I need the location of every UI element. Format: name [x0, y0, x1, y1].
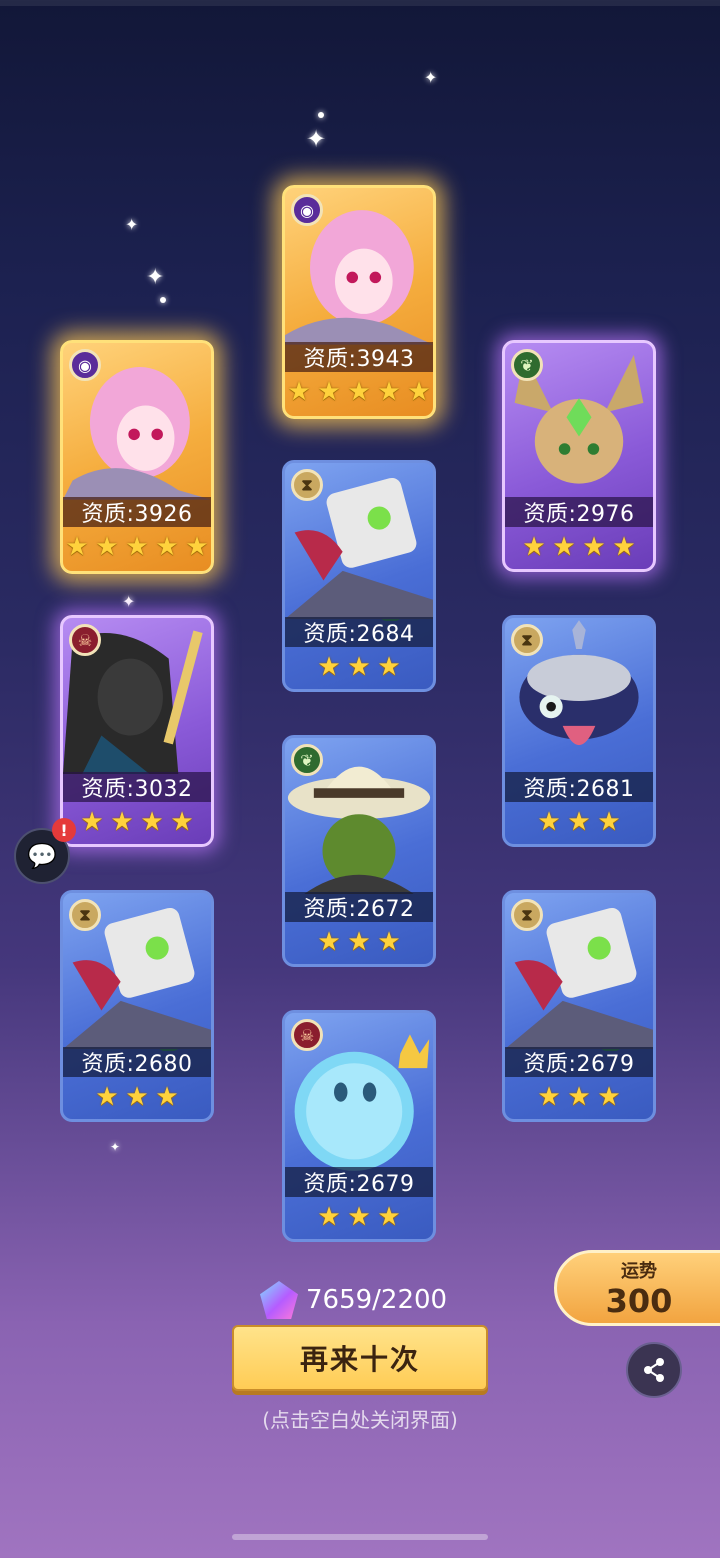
- eye-element-icon: ◉: [291, 194, 323, 226]
- star-icon: ★: [377, 652, 401, 682]
- star-icon: ★: [287, 377, 311, 407]
- star-icon: ★: [407, 377, 431, 407]
- sparkle-icon: ✦: [110, 1140, 121, 1154]
- star-icon: ★: [347, 377, 371, 407]
- share-icon: [644, 1358, 664, 1382]
- star-icon: ★: [347, 1202, 371, 1232]
- star-icon: ★: [567, 1082, 591, 1112]
- fortune-value: 300: [605, 1282, 673, 1320]
- star-icon: ★: [155, 1082, 179, 1112]
- star-icon: ★: [317, 927, 341, 957]
- sparkle-icon: ✦: [122, 592, 136, 611]
- hero-card[interactable]: ◉ 资质:3943 ★ ★ ★ ★ ★: [282, 185, 436, 419]
- skull-element-icon: ☠: [69, 624, 101, 656]
- star-icon: ★: [567, 807, 591, 837]
- hero-card[interactable]: ☠ 资质:3032 ★ ★ ★ ★: [60, 615, 214, 847]
- star-icon: ★: [582, 532, 606, 562]
- star-icon: ★: [597, 1082, 621, 1112]
- star-rating: ★ ★ ★ ★ ★: [63, 533, 211, 565]
- currency-value: 7659/2200: [306, 1285, 448, 1315]
- star-icon: ★: [522, 532, 546, 562]
- quality-label: 资质:2684: [285, 617, 433, 647]
- star-icon: ★: [317, 1202, 341, 1232]
- star-icon: ★: [140, 807, 164, 837]
- leaf-element-icon: ❦: [291, 744, 323, 776]
- star-icon: ★: [347, 927, 371, 957]
- top-divider: [0, 0, 720, 6]
- sparkle-icon: ✦: [125, 215, 139, 234]
- quality-label: 资质:2679: [505, 1047, 653, 1077]
- star-icon: ★: [110, 807, 134, 837]
- sparkle-dot: [318, 112, 324, 118]
- hourglass-element-icon: ⧗: [291, 469, 323, 501]
- star-icon: ★: [377, 927, 401, 957]
- star-rating: ★ ★ ★: [285, 1203, 433, 1235]
- quality-label: 资质:2672: [285, 892, 433, 922]
- fortune-panel[interactable]: 运势 300: [554, 1250, 720, 1326]
- star-icon: ★: [612, 532, 636, 562]
- summon-ten-again-button[interactable]: 再来十次: [232, 1325, 488, 1391]
- hero-card[interactable]: ❦ 资质:2976 ★ ★ ★ ★: [502, 340, 656, 572]
- home-indicator: [232, 1534, 488, 1540]
- quality-label: 资质:2680: [63, 1047, 211, 1077]
- hero-card[interactable]: ◉ 资质:3926 ★ ★ ★ ★ ★: [60, 340, 214, 574]
- hero-card[interactable]: ⧗ 资质:2680 ★ ★ ★: [60, 890, 214, 1122]
- star-icon: ★: [170, 807, 194, 837]
- hero-card[interactable]: ⧗ 资质:2679 ★ ★ ★: [502, 890, 656, 1122]
- star-icon: ★: [347, 652, 371, 682]
- star-icon: ★: [377, 1202, 401, 1232]
- hero-card[interactable]: ⧗ 资质:2684 ★ ★ ★: [282, 460, 436, 692]
- star-icon: ★: [185, 532, 209, 562]
- star-icon: ★: [125, 1082, 149, 1112]
- quality-label: 资质:2681: [505, 772, 653, 802]
- star-icon: ★: [317, 377, 341, 407]
- star-icon: ★: [155, 532, 179, 562]
- hero-card[interactable]: ❦ 资质:2672 ★ ★ ★: [282, 735, 436, 967]
- chat-icon: 💬: [27, 842, 57, 870]
- star-crystal-icon: [260, 1281, 298, 1319]
- star-icon: ★: [125, 532, 149, 562]
- star-icon: ★: [317, 652, 341, 682]
- star-icon: ★: [65, 532, 89, 562]
- hourglass-element-icon: ⧗: [511, 899, 543, 931]
- hourglass-element-icon: ⧗: [69, 899, 101, 931]
- eye-element-icon: ◉: [69, 349, 101, 381]
- quality-label: 资质:2976: [505, 497, 653, 527]
- star-icon: ★: [597, 807, 621, 837]
- star-icon: ★: [377, 377, 401, 407]
- quality-label: 资质:3926: [63, 497, 211, 527]
- close-hint: (点击空白处关闭界面): [262, 1408, 458, 1432]
- sparkle-dot: [160, 297, 166, 303]
- sparkle-icon: ✦: [424, 68, 438, 87]
- quality-label: 资质:3943: [285, 342, 433, 372]
- star-icon: ★: [537, 807, 561, 837]
- star-rating: ★ ★ ★ ★ ★: [285, 378, 433, 410]
- share-button[interactable]: [626, 1342, 682, 1398]
- star-rating: ★ ★ ★: [505, 808, 653, 840]
- hourglass-element-icon: ⧗: [511, 624, 543, 656]
- star-rating: ★ ★ ★: [63, 1083, 211, 1115]
- sparkle-icon: ✦: [146, 265, 165, 290]
- star-icon: ★: [552, 532, 576, 562]
- notification-badge: !: [52, 818, 76, 842]
- leaf-element-icon: ❦: [511, 349, 543, 381]
- star-rating: ★ ★ ★ ★: [505, 533, 653, 565]
- hero-card[interactable]: ☠ 资质:2679 ★ ★ ★: [282, 1010, 436, 1242]
- quality-label: 资质:3032: [63, 772, 211, 802]
- star-rating: ★ ★ ★: [285, 653, 433, 685]
- summon-currency: 7659/2200: [260, 1280, 447, 1320]
- fortune-label: 运势: [621, 1261, 657, 1282]
- hero-card[interactable]: ⧗ 资质:2681 ★ ★ ★: [502, 615, 656, 847]
- star-icon: ★: [95, 1082, 119, 1112]
- star-icon: ★: [80, 807, 104, 837]
- star-rating: ★ ★ ★: [505, 1083, 653, 1115]
- quality-label: 资质:2679: [285, 1167, 433, 1197]
- star-icon: ★: [95, 532, 119, 562]
- star-rating: ★ ★ ★: [285, 928, 433, 960]
- star-icon: ★: [537, 1082, 561, 1112]
- skull-element-icon: ☠: [291, 1019, 323, 1051]
- star-rating: ★ ★ ★ ★: [63, 808, 211, 840]
- sparkle-icon: ✦: [306, 125, 327, 153]
